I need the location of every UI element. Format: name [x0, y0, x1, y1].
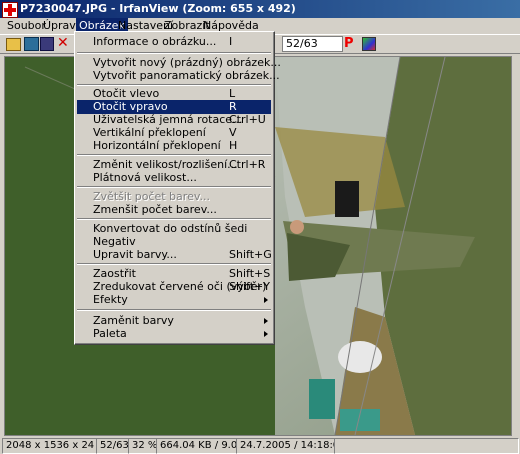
- page-index-field[interactable]: 52/63: [282, 36, 343, 52]
- menu-item-horizontal-flip[interactable]: Horizontální překlopení H: [77, 139, 271, 153]
- menu-item-label: Změnit velikost/rozlišení...: [93, 158, 238, 171]
- save-icon[interactable]: [40, 37, 54, 51]
- status-datetime: 24.7.2005 / 14:18:02: [236, 438, 335, 454]
- menu-item-label: Zmenšit počet barev...: [93, 203, 217, 216]
- menu-item-swap-colors[interactable]: Zaměnit barvy: [77, 314, 271, 328]
- menu-item-label: Efekty: [93, 293, 128, 306]
- menu-item-effects[interactable]: Efekty: [77, 293, 271, 307]
- app-icon[interactable]: [2, 2, 18, 18]
- menu-separator: [77, 154, 271, 156]
- paint-icon[interactable]: P: [344, 37, 358, 51]
- menu-item-rotate-left[interactable]: Otočit vlevo L: [77, 87, 271, 101]
- menu-separator: [77, 309, 271, 311]
- menu-item-label: Vytvořit nový (prázdný) obrázek...: [93, 56, 281, 69]
- color-icon[interactable]: [362, 37, 376, 51]
- menu-item-label: Uživatelská jemná rotace...: [93, 113, 243, 126]
- menu-separator: [77, 52, 271, 54]
- menu-item-label: Plátnová velikost...: [93, 171, 197, 184]
- menu-item-decrease-colors[interactable]: Zmenšit počet barev...: [77, 203, 271, 217]
- status-index: 52/63: [96, 438, 129, 454]
- open-icon[interactable]: [6, 38, 21, 51]
- status-bar: 2048 x 1536 x 24 BPP 52/63 32 % 664.04 K…: [0, 436, 520, 454]
- status-dimensions: 2048 x 1536 x 24 BPP: [2, 438, 97, 454]
- menu-item-info[interactable]: Informace o obrázku... I: [77, 35, 271, 49]
- menu-item-new-image[interactable]: Vytvořit nový (prázdný) obrázek...: [77, 56, 281, 70]
- menu-item-label: Upravit barvy...: [93, 248, 177, 261]
- menu-item-label: Zaostřit: [93, 267, 136, 280]
- status-filesize: 664.04 KB / 9.00 MB: [156, 438, 237, 454]
- menu-separator: [77, 218, 271, 220]
- menu-item-palette[interactable]: Paleta: [77, 327, 271, 341]
- menu-item-label: Informace o obrázku...: [93, 35, 217, 48]
- menu-item-rotate-right[interactable]: Otočit vpravo R: [77, 100, 271, 114]
- thumbnails-icon[interactable]: [24, 37, 39, 51]
- menu-item-resize[interactable]: Změnit velikost/rozlišení... Ctrl+R: [77, 158, 271, 172]
- menu-item-label: Vytvořit panoramatický obrázek...: [93, 69, 280, 82]
- menu-item-sharpen[interactable]: Zaostřit Shift+S: [77, 267, 271, 281]
- menu-item-shortcut: L: [229, 87, 236, 100]
- window-title: P7230047.JPG - IrfanView (Zoom: 655 x 49…: [20, 2, 296, 15]
- submenu-arrow-icon: [264, 318, 268, 324]
- menu-item-increase-colors: Zvětšit počet barev...: [77, 190, 271, 204]
- submenu-arrow-icon: [264, 297, 268, 303]
- menu-item-shortcut: Ctrl+R: [229, 158, 266, 171]
- menu-item-negative[interactable]: Negativ: [77, 235, 271, 249]
- menu-item-color-corrections[interactable]: Upravit barvy... Shift+G: [77, 248, 272, 262]
- menu-item-custom-rotation[interactable]: Uživatelská jemná rotace... Ctrl+U: [77, 113, 271, 127]
- menu-separator: [77, 263, 271, 265]
- menu-item-label: Vertikální překlopení: [93, 126, 206, 139]
- menu-item-panorama[interactable]: Vytvořit panoramatický obrázek...: [77, 69, 280, 83]
- status-zoom: 32 %: [128, 438, 157, 454]
- menu-item-shortcut: Shift+Y: [229, 280, 270, 293]
- irfanview-window: P7230047.JPG - IrfanView (Zoom: 655 x 49…: [0, 0, 520, 454]
- menu-item-label: Zvětšit počet barev...: [93, 190, 210, 203]
- menu-item-label: Negativ: [93, 235, 136, 248]
- menu-item-red-eye[interactable]: Zredukovat červené oči (výběr) Shift+Y: [77, 280, 271, 294]
- menu-separator: [77, 186, 271, 188]
- menu-item-shortcut: Shift+G: [229, 248, 272, 261]
- menu-item-shortcut: H: [229, 139, 238, 152]
- menu-item-label: Otočit vpravo: [93, 100, 168, 113]
- delete-icon[interactable]: ✕: [57, 36, 71, 50]
- menu-separator: [77, 84, 271, 86]
- menu-item-label: Horizontální překlopení: [93, 139, 221, 152]
- menu-item-shortcut: R: [229, 100, 237, 113]
- status-blank: [334, 438, 519, 454]
- menu-item-shortcut: Ctrl+U: [229, 113, 266, 126]
- submenu-arrow-icon: [264, 331, 268, 337]
- menu-item-grayscale[interactable]: Konvertovat do odstínů šedi: [77, 222, 271, 236]
- menu-item-shortcut: Shift+S: [229, 267, 271, 280]
- title-bar[interactable]: P7230047.JPG - IrfanView (Zoom: 655 x 49…: [0, 0, 520, 18]
- menu-item-canvas-size[interactable]: Plátnová velikost...: [77, 171, 271, 185]
- menu-item-shortcut: V: [229, 126, 237, 139]
- menu-item-label: Zaměnit barvy: [93, 314, 174, 327]
- menu-item-label: Paleta: [93, 327, 127, 340]
- obrazek-dropdown-menu: Informace o obrázku... I Vytvořit nový (…: [74, 31, 281, 345]
- menu-item-shortcut: I: [229, 35, 233, 48]
- menu-item-vertical-flip[interactable]: Vertikální překlopení V: [77, 126, 271, 140]
- menu-item-label: Konvertovat do odstínů šedi: [93, 222, 248, 235]
- menu-item-label: Otočit vlevo: [93, 87, 160, 100]
